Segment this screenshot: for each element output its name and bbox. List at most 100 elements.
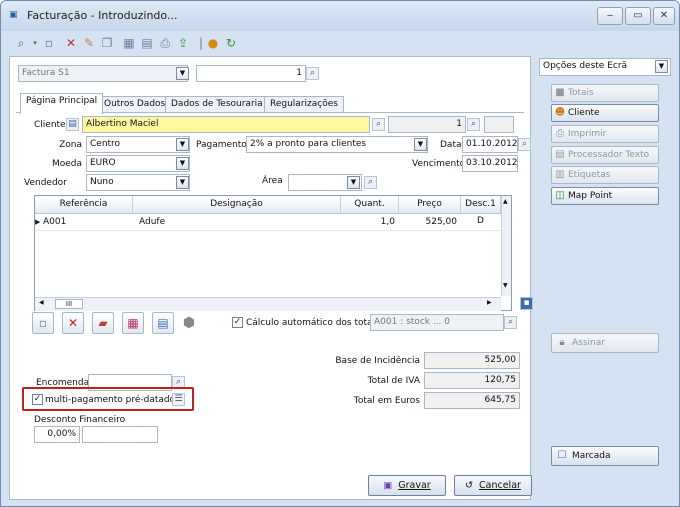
- gravar-button[interactable]: ▣ Gravar: [368, 475, 446, 496]
- data-label: Data: [440, 140, 462, 150]
- info-icon[interactable]: ⬢: [180, 314, 198, 332]
- cell-quant[interactable]: 1,0: [341, 215, 395, 229]
- vencimento-field[interactable]: 03.10.2012: [462, 155, 518, 172]
- print-preview-icon[interactable]: ▤: [139, 35, 155, 51]
- column-header-quant[interactable]: Quant.: [341, 196, 399, 214]
- maximize-button[interactable]: ▭: [625, 7, 651, 25]
- vendedor-field[interactable]: Nuno: [86, 174, 190, 191]
- cliente-number-lookup-icon[interactable]: ⌕: [467, 118, 480, 131]
- column-header-preco[interactable]: Preço: [399, 196, 461, 214]
- column-header-referencia[interactable]: Referência: [35, 196, 133, 214]
- cliente-button[interactable]: ☻ Cliente: [551, 104, 659, 122]
- map-icon: ◫: [555, 190, 565, 201]
- export-icon[interactable]: ⇪: [175, 35, 191, 51]
- lookup-icon[interactable]: ⌕: [306, 67, 319, 80]
- edit-icon[interactable]: ✎: [81, 35, 97, 51]
- moeda-dropdown-icon[interactable]: ▼: [176, 157, 189, 170]
- stock-lookup-icon[interactable]: ⌕: [504, 316, 517, 329]
- cliente-lookup-icon[interactable]: ⌕: [372, 118, 385, 131]
- items-grid[interactable]: Referência Designação Quant. Preço Desc.…: [34, 195, 512, 311]
- scroll-up-icon[interactable]: ▲: [503, 198, 508, 205]
- toolbar: ⌕ ▾ ▫ ✕ ✎ ❐ ▦ ▤ ⎙ ⇪ | ● ↻: [1, 31, 679, 55]
- vertical-scrollbar[interactable]: ▲ ▼: [501, 196, 511, 296]
- horizontal-scrollbar[interactable]: ◀ III ▶: [35, 297, 501, 311]
- refresh-icon[interactable]: ↻: [223, 35, 239, 51]
- tab-outros-dados[interactable]: Outros Dados: [98, 96, 172, 113]
- map-point-button[interactable]: ◫ Map Point: [551, 187, 659, 205]
- chevron-down-icon[interactable]: ▼: [176, 67, 189, 80]
- imprimir-button[interactable]: ⎙ Imprimir: [551, 125, 659, 143]
- scroll-thumb[interactable]: III: [55, 299, 83, 309]
- marcada-label: Marcada: [572, 451, 611, 461]
- column-header-designacao[interactable]: Designação: [133, 196, 341, 214]
- delete-icon[interactable]: ✕: [63, 35, 79, 51]
- column-header-desc[interactable]: Desc.1 D: [461, 196, 501, 226]
- grid-options-icon[interactable]: ▪: [520, 297, 533, 310]
- options-dropdown-icon[interactable]: ▼: [655, 60, 668, 73]
- cell-referencia[interactable]: A001: [43, 215, 66, 229]
- calculator-icon[interactable]: ▦: [121, 35, 137, 51]
- calendar-grid-icon: ▦: [127, 316, 139, 330]
- copy-icon[interactable]: ❐: [99, 35, 115, 51]
- pagamento-dropdown-icon[interactable]: ▼: [414, 138, 427, 151]
- erase-line-button[interactable]: ▰: [92, 312, 114, 334]
- zona-dropdown-icon[interactable]: ▼: [176, 138, 189, 151]
- row-divider: [35, 230, 501, 231]
- desconto-extra-field[interactable]: [82, 426, 158, 443]
- new-line-icon: ▫: [38, 316, 48, 330]
- save-icon: ▣: [383, 480, 393, 491]
- doc-number-field[interactable]: 1: [196, 65, 306, 82]
- pagamento-field[interactable]: 2% a pronto para clientes: [246, 136, 428, 153]
- data-field[interactable]: 01.10.2012: [462, 136, 518, 153]
- etiquetas-button[interactable]: ▥ Etiquetas: [551, 166, 659, 184]
- options-dropdown[interactable]: Opções deste Ecrã: [539, 58, 671, 76]
- doc-type-field[interactable]: Factura S1: [18, 65, 188, 82]
- desconto-financeiro-field[interactable]: 0,00%: [34, 426, 80, 443]
- moeda-field[interactable]: EURO: [86, 155, 190, 172]
- cancelar-button[interactable]: ↺ Cancelar: [454, 475, 532, 496]
- close-button[interactable]: ✕: [653, 7, 675, 25]
- vendedor-label: Vendedor: [24, 178, 67, 188]
- total-euros-value: 645,75: [424, 392, 520, 409]
- vendedor-dropdown-icon[interactable]: ▼: [176, 176, 189, 189]
- tab-regularizacoes[interactable]: Regularizações: [264, 96, 344, 113]
- new-line-button[interactable]: ▫: [32, 312, 54, 334]
- totais-button[interactable]: ■ Totais: [551, 84, 659, 102]
- scroll-left-icon[interactable]: ◀: [39, 299, 44, 306]
- cell-designacao[interactable]: Adufe: [139, 215, 165, 229]
- client-card-icon[interactable]: ▤: [66, 118, 79, 131]
- new-document-icon[interactable]: ▫: [41, 35, 57, 51]
- processador-texto-label: Processador Texto: [568, 150, 650, 160]
- scroll-right-icon[interactable]: ▶: [487, 299, 492, 306]
- calculo-automatico-label: Cálculo automático dos totais: [246, 318, 380, 328]
- multi-pagamento-list-icon[interactable]: ☰: [172, 393, 185, 406]
- stock-info-field: A001 : stock ... 0: [370, 314, 504, 331]
- tab-dados-tesouraria[interactable]: Dados de Tesouraria: [165, 96, 269, 113]
- zona-field[interactable]: Centro: [86, 136, 190, 153]
- marcada-button[interactable]: ☐ Marcada: [551, 446, 659, 466]
- printer-icon[interactable]: ⎙: [157, 35, 173, 51]
- calculo-automatico-checkbox[interactable]: ✓: [232, 317, 243, 328]
- processador-texto-button[interactable]: ▤ Processador Texto: [551, 146, 659, 164]
- gravar-label: Gravar: [398, 480, 431, 491]
- multi-pagamento-checkbox[interactable]: ✓: [32, 394, 43, 405]
- edit-line-button[interactable]: ▤: [152, 312, 174, 334]
- scroll-down-icon[interactable]: ▼: [503, 282, 508, 289]
- cell-preco[interactable]: 525,00: [399, 215, 458, 229]
- area-dropdown-icon[interactable]: ▼: [347, 176, 360, 189]
- minimize-button[interactable]: ‒: [597, 7, 623, 25]
- delete-line-button[interactable]: ✕: [62, 312, 84, 334]
- row-pointer-icon: ▶: [35, 218, 41, 226]
- main-window: ▣ Facturação - Introduzindo... ‒ ▭ ✕ ⌕ ▾…: [0, 0, 680, 507]
- cliente-number-field[interactable]: 1: [388, 116, 466, 133]
- word-processor-icon: ▤: [555, 149, 565, 160]
- calendar-icon[interactable]: ⌕: [518, 138, 531, 151]
- cliente-label: Cliente: [34, 120, 66, 130]
- lock-icon[interactable]: ●: [205, 35, 221, 51]
- assinar-button[interactable]: 🔒︎ Assinar: [551, 333, 659, 353]
- cliente-field[interactable]: Albertino Maciel: [82, 116, 370, 133]
- calendar-button[interactable]: ▦: [122, 312, 144, 334]
- tab-pagina-principal[interactable]: Página Principal: [20, 93, 104, 114]
- window-title: Facturação - Introduzindo...: [27, 9, 178, 22]
- area-lookup-icon[interactable]: ⌕: [364, 176, 377, 189]
